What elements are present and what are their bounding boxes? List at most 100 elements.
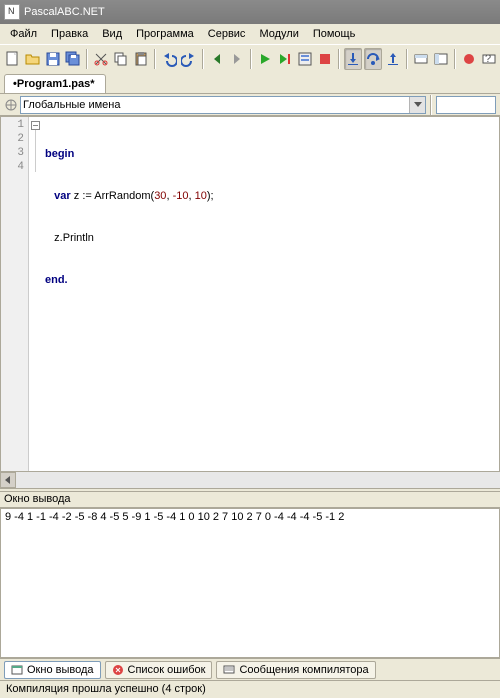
- status-text: Компиляция прошла успешно (4 строк): [6, 683, 206, 695]
- stop-button[interactable]: [316, 48, 334, 70]
- arrow-left-icon: [209, 51, 225, 67]
- messages-icon: [223, 664, 235, 676]
- separator: [250, 49, 252, 69]
- scroll-left-icon[interactable]: [0, 472, 16, 488]
- tab-label: Program1.pas*: [17, 78, 95, 90]
- tab-bar: •Program1.pas*: [0, 72, 500, 94]
- line-number: 3: [1, 147, 28, 161]
- compile-icon: [297, 51, 313, 67]
- horizontal-scrollbar[interactable]: [0, 472, 500, 488]
- save-button[interactable]: [44, 48, 62, 70]
- copy-button[interactable]: [112, 48, 130, 70]
- evaluate-icon: ?: [481, 51, 497, 67]
- output-text: 9 -4 1 -1 -4 -2 -5 -8 4 -5 5 -9 1 -5 -4 …: [5, 511, 344, 523]
- scope-label: Глобальные имена: [23, 99, 121, 111]
- operator: :=: [82, 190, 91, 202]
- step-into-button[interactable]: [344, 48, 362, 70]
- line-number: 1: [1, 119, 28, 133]
- separator: [202, 49, 204, 69]
- step-out-button[interactable]: [384, 48, 402, 70]
- new-file-button[interactable]: [4, 48, 22, 70]
- number: 10: [195, 190, 207, 202]
- output-panel[interactable]: 9 -4 1 -1 -4 -2 -5 -8 4 -5 5 -9 1 -5 -4 …: [0, 508, 500, 658]
- code-editor[interactable]: 1 2 3 4 begin var z := ArrRandom(30, -10…: [0, 116, 500, 472]
- save-icon: [45, 51, 61, 67]
- step-into-icon: [345, 51, 361, 67]
- open-button[interactable]: [24, 48, 42, 70]
- separator: [86, 49, 88, 69]
- tab-label: Сообщения компилятора: [239, 664, 368, 676]
- step-over-button[interactable]: [364, 48, 382, 70]
- tab-label: Список ошибок: [128, 664, 206, 676]
- watch-button[interactable]: [412, 48, 430, 70]
- app-icon: [4, 4, 20, 20]
- scope-icon: [4, 98, 18, 112]
- function: ArrRandom: [94, 190, 150, 202]
- keyword: var: [54, 190, 71, 202]
- paste-button[interactable]: [132, 48, 150, 70]
- stop-icon: [317, 51, 333, 67]
- number: 30: [154, 190, 166, 202]
- separator: [406, 49, 408, 69]
- undo-button[interactable]: [160, 48, 178, 70]
- fold-toggle[interactable]: [31, 121, 40, 130]
- status-bar: Компиляция прошла успешно (4 строк): [0, 680, 500, 698]
- nav-forward-button[interactable]: [228, 48, 246, 70]
- play-nodebug-icon: [277, 51, 293, 67]
- method-call: z.Println: [54, 232, 94, 244]
- identifier: z: [74, 190, 80, 202]
- app-title: PascalABC.NET: [24, 6, 105, 18]
- breakpoint-button[interactable]: [460, 48, 478, 70]
- save-all-button[interactable]: [64, 48, 82, 70]
- menu-view[interactable]: Вид: [96, 26, 128, 42]
- step-out-icon: [385, 51, 401, 67]
- tab-output[interactable]: Окно вывода: [4, 661, 101, 679]
- locals-button[interactable]: [432, 48, 450, 70]
- run-nodebug-button[interactable]: [276, 48, 294, 70]
- menu-bar: Файл Правка Вид Программа Сервис Модули …: [0, 24, 500, 44]
- breakpoint-icon: [461, 51, 477, 67]
- scope-combo[interactable]: Глобальные имена: [20, 96, 426, 114]
- separator: [430, 95, 432, 115]
- menu-service[interactable]: Сервис: [202, 26, 252, 42]
- redo-button[interactable]: [180, 48, 198, 70]
- dropdown-arrow-icon: [409, 97, 425, 113]
- separator: [154, 49, 156, 69]
- fold-gutter: [29, 117, 41, 471]
- separator: [338, 49, 340, 69]
- menu-edit[interactable]: Правка: [45, 26, 94, 42]
- search-input[interactable]: [436, 96, 496, 114]
- menu-file[interactable]: Файл: [4, 26, 43, 42]
- tab-compiler-messages[interactable]: Сообщения компилятора: [216, 661, 375, 679]
- step-over-icon: [365, 51, 381, 67]
- file-tab[interactable]: •Program1.pas*: [4, 74, 106, 93]
- line-gutter: 1 2 3 4: [1, 117, 29, 471]
- scissors-icon: [93, 51, 109, 67]
- bottom-tab-bar: Окно вывода Список ошибок Сообщения комп…: [0, 658, 500, 680]
- copy-icon: [113, 51, 129, 67]
- nav-back-button[interactable]: [208, 48, 226, 70]
- svg-text:?: ?: [485, 53, 491, 65]
- menu-program[interactable]: Программа: [130, 26, 200, 42]
- line-number: 2: [1, 133, 28, 147]
- cut-button[interactable]: [92, 48, 110, 70]
- keyword: begin: [45, 148, 74, 160]
- tab-errors[interactable]: Список ошибок: [105, 661, 213, 679]
- save-all-icon: [65, 51, 81, 67]
- errors-icon: [112, 664, 124, 676]
- menu-modules[interactable]: Модули: [253, 26, 304, 42]
- separator: [454, 49, 456, 69]
- menu-help[interactable]: Помощь: [307, 26, 362, 42]
- arrow-right-icon: [229, 51, 245, 67]
- undo-icon: [161, 51, 177, 67]
- new-file-icon: [5, 51, 21, 67]
- number: -10: [173, 190, 189, 202]
- output-icon: [11, 664, 23, 676]
- paste-icon: [133, 51, 149, 67]
- line-number: 4: [1, 161, 28, 175]
- compile-button[interactable]: [296, 48, 314, 70]
- evaluate-button[interactable]: ?: [480, 48, 498, 70]
- title-bar: PascalABC.NET: [0, 0, 500, 24]
- code-area[interactable]: begin var z := ArrRandom(30, -10, 10); z…: [41, 117, 499, 471]
- run-button[interactable]: [256, 48, 274, 70]
